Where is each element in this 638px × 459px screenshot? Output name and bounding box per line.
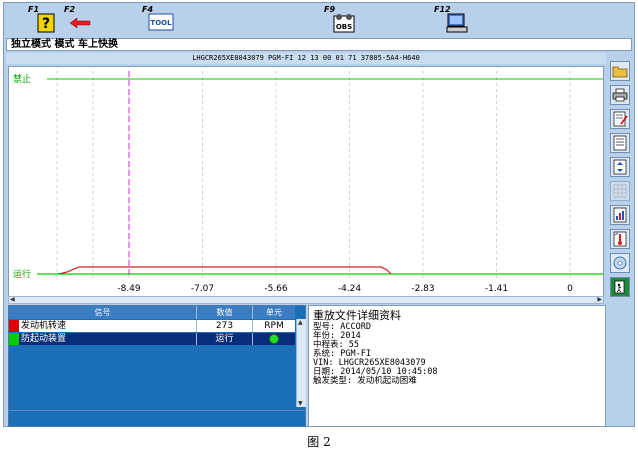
disc-icon [613,256,627,270]
f2-return-button[interactable]: F2 [62,5,102,35]
time-tick-label: -5.66 [264,284,288,294]
obs-icon-text: OBS [336,23,352,31]
f9-obs-button[interactable]: F9 OBS [322,5,362,35]
signal-row-immobilizer[interactable]: 防起动装置 运行 [9,333,295,345]
disc-button[interactable] [610,253,630,273]
signal-table-header: 信号 数值 单元 [9,306,295,319]
status-indicator [253,333,295,345]
edit-document-button[interactable] [610,109,630,129]
scroll-right-icon[interactable]: ▶ [597,297,602,303]
signal-table-footer [9,410,305,426]
engine-rpm-trace [58,266,392,275]
red-arrow-left-icon [69,17,91,29]
signal-name: 发动机转速 [19,320,197,332]
graph-label-top: 禁止 [13,73,31,85]
tool-icon-text: TOOL [150,19,172,27]
f1-help-button[interactable]: F1 ? [26,5,66,35]
scroll-left-icon[interactable]: ◀ [10,297,15,303]
temperature-button[interactable] [610,229,630,249]
time-tick-label: -1.41 [485,284,508,294]
grid-icon [613,184,627,198]
time-tick-label: 0 [567,284,573,294]
time-tick-label: -4.24 [338,284,362,294]
f2-label: F2 [64,5,76,14]
document-edit-icon [613,111,628,127]
scroll-up-icon[interactable]: ▲ [298,319,303,326]
printer-icon [612,88,628,102]
help-icon: ? [37,13,55,33]
graph-label-bottom: 运行 [13,268,31,280]
header-unit: 单元 [266,308,282,317]
computer-icon [446,13,468,33]
sort-arrows-icon [613,159,627,175]
list-view-button[interactable] [610,133,630,153]
replay-details-panel: 重放文件详细资料 型号: ACCORD 年份: 2014 中程表: 55 系统:… [308,305,606,427]
thermometer-icon [613,231,627,247]
green-dot-icon [269,334,279,344]
tool-icon: TOOL [148,13,174,31]
signal-graph[interactable]: 禁止 运行 -8.49 -7.07 -5.66 -4.24 -2.83 -1.41 0 [8,66,604,298]
scroll-down-icon[interactable]: ▼ [298,400,303,407]
time-tick-label: -7.07 [191,284,214,294]
series-color-swatch [9,320,19,332]
graph-horizontal-scrollbar[interactable]: ◀ ▶ [8,296,604,304]
data-table-button[interactable] [610,205,630,225]
print-button[interactable] [610,85,630,105]
details-title: 重放文件详细资料 [313,309,401,322]
time-tick-label: -2.83 [411,284,434,294]
signal-row-engine-rpm[interactable]: 发动机转速 273 RPM [9,320,295,332]
function-toolbar: F1 ? F2 F4 TOOL F9 OBS F12 [4,3,634,37]
signal-graph-canvas: 禁止 运行 -8.49 -7.07 -5.66 -4.24 -2.83 -1.41 0 [13,71,603,294]
svg-text:?: ? [42,16,50,32]
header-value: 数值 [197,306,253,319]
signal-table-scrollbar[interactable]: ▲ ▼ [296,319,306,407]
signal-name: 防起动装置 [19,333,197,345]
table-chart-icon [613,207,627,223]
grid-button-disabled[interactable] [610,181,630,201]
header-signal: 信号 [9,306,197,319]
vehicle-info-bar: LHGCR265XE8043079 PGM-FI 12 13 00 01 71 … [6,53,606,64]
signal-value: 273 [197,320,253,332]
exit-button[interactable] [610,277,630,297]
list-icon [613,135,627,151]
figure-caption: 图 2 [307,435,331,449]
exit-door-icon [614,280,625,294]
folder-icon [612,66,628,78]
series-color-swatch [9,333,19,345]
f4-tool-button[interactable]: F4 TOOL [140,5,180,35]
sort-button[interactable] [610,157,630,177]
app-window: F1 ? F2 F4 TOOL F9 OBS F12 独立模式 模式 车上快换 … [3,2,635,427]
signal-unit: RPM [264,321,284,331]
time-tick-label: -8.49 [117,284,141,294]
mode-bar: 独立模式 模式 车上快换 [6,38,632,51]
f12-computer-button[interactable]: F12 [432,5,472,35]
signal-value: 运行 [197,333,253,345]
open-folder-button[interactable] [610,61,630,81]
detail-trigger-type: 触发类型: 发动机起动困难 [313,376,417,386]
obs-icon: OBS [333,14,355,33]
signal-table: 信号 数值 单元 发动机转速 273 RPM 防起动装置 运行 ▲ ▼ [8,305,306,427]
